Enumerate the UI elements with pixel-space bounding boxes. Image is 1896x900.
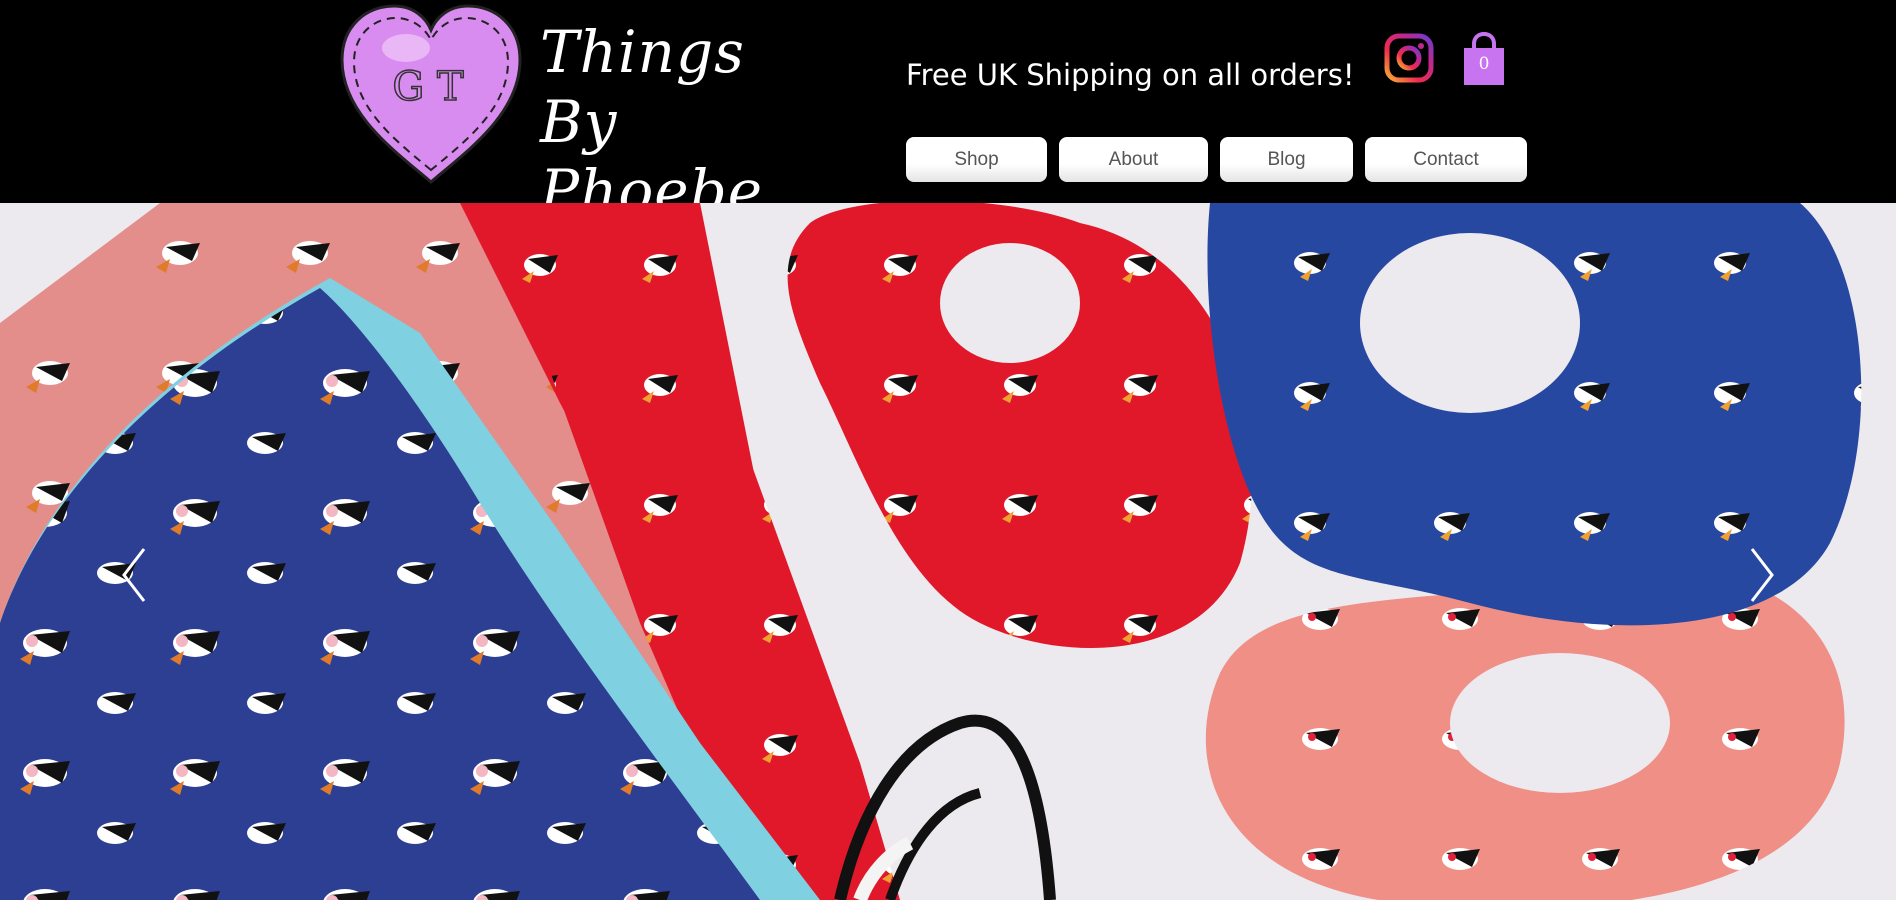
hero-slideshow bbox=[0, 203, 1896, 900]
site-header: G T Things By Phoebe Free UK Shipping on… bbox=[0, 0, 1896, 225]
chevron-right-icon[interactable] bbox=[1740, 545, 1780, 605]
nav-blog-button[interactable]: Blog bbox=[1220, 137, 1353, 182]
nav-contact-button[interactable]: Contact bbox=[1365, 137, 1527, 182]
cart-button[interactable]: 0 bbox=[1462, 31, 1506, 86]
logo-initials: G T bbox=[392, 64, 464, 110]
shipping-banner: Free UK Shipping on all orders! bbox=[906, 58, 1355, 92]
brand-title-line1: Things By bbox=[540, 18, 745, 156]
cart-count: 0 bbox=[1478, 54, 1490, 74]
brand-title[interactable]: Things By Phoebe bbox=[540, 18, 840, 227]
nav-shop-button[interactable]: Shop bbox=[906, 137, 1047, 182]
nav-about-button[interactable]: About bbox=[1059, 137, 1208, 182]
instagram-icon[interactable] bbox=[1384, 33, 1434, 83]
logo-heart-icon[interactable]: G T bbox=[336, 2, 526, 188]
chevron-left-icon[interactable] bbox=[116, 545, 156, 605]
hero-image bbox=[0, 203, 1896, 900]
